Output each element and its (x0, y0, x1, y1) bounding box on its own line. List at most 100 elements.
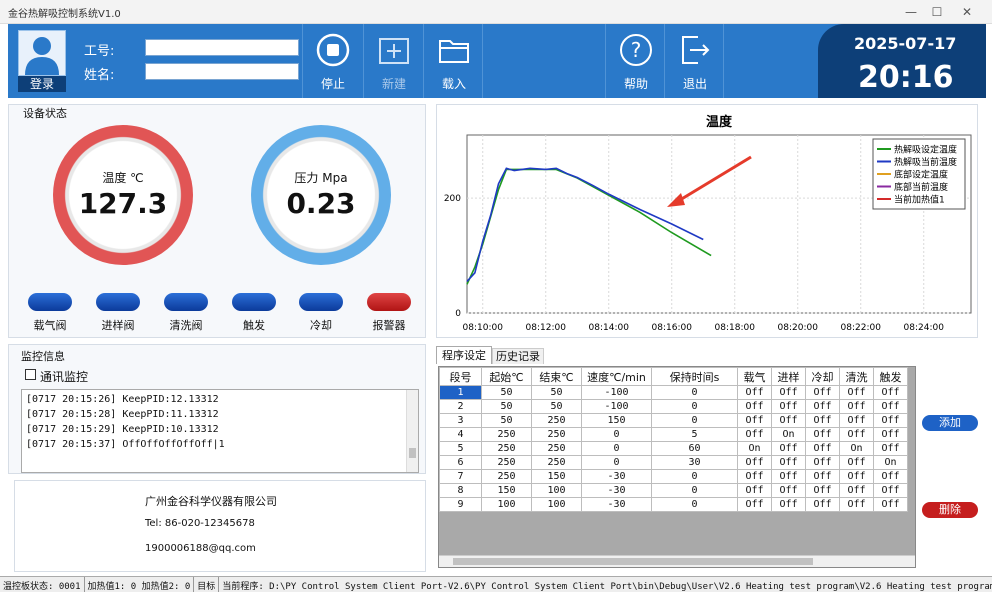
sample-valve-indicator[interactable] (96, 293, 140, 311)
table-cell[interactable]: Off (805, 385, 840, 400)
table-cell[interactable]: Off (839, 427, 874, 442)
table-cell[interactable]: 250 (531, 427, 582, 442)
table-cell[interactable]: Off (839, 399, 874, 414)
table-cell[interactable]: 100 (481, 497, 532, 512)
table-cell[interactable]: Off (737, 483, 772, 498)
table-cell[interactable]: 100 (531, 483, 582, 498)
table-cell[interactable]: -30 (581, 483, 652, 498)
carrier-gas-valve-indicator[interactable] (28, 293, 72, 311)
cooling-indicator[interactable] (299, 293, 343, 311)
add-button[interactable]: 添加 (922, 415, 978, 431)
table-cell[interactable]: Off (737, 497, 772, 512)
table-cell[interactable]: Off (771, 413, 806, 428)
table-cell[interactable]: Off (737, 455, 772, 470)
table-cell[interactable]: Off (737, 427, 772, 442)
column-header[interactable]: 起始℃ (481, 367, 532, 386)
table-cell[interactable]: Off (873, 441, 908, 456)
comm-monitor-checkbox[interactable] (25, 369, 36, 380)
name-field[interactable] (145, 63, 299, 80)
table-cell[interactable]: 250 (481, 427, 532, 442)
table-cell[interactable]: Off (805, 399, 840, 414)
table-row[interactable]: 7 250 150 -30 0 Off Off Off Off Off (439, 469, 908, 484)
table-cell[interactable]: 1 (439, 385, 482, 400)
table-cell[interactable]: 250 (531, 413, 582, 428)
table-cell[interactable]: 0 (581, 455, 652, 470)
table-cell[interactable]: Off (771, 441, 806, 456)
table-cell[interactable]: Off (805, 441, 840, 456)
table-cell[interactable]: 250 (481, 441, 532, 456)
table-cell[interactable]: 50 (531, 385, 582, 400)
table-cell[interactable]: 5 (439, 441, 482, 456)
column-header[interactable]: 段号 (439, 367, 482, 386)
table-cell[interactable]: Off (771, 455, 806, 470)
table-cell[interactable]: 50 (531, 399, 582, 414)
table-cell[interactable]: 30 (651, 455, 738, 470)
table-row[interactable]: 1 50 50 -100 0 Off Off Off Off Off (439, 385, 908, 400)
table-cell[interactable]: Off (771, 399, 806, 414)
table-cell[interactable]: On (873, 455, 908, 470)
minimize-button[interactable]: — (898, 2, 924, 22)
table-cell[interactable]: Off (839, 483, 874, 498)
table-cell[interactable]: Off (873, 483, 908, 498)
column-header[interactable]: 结束℃ (531, 367, 582, 386)
table-cell[interactable]: Off (771, 483, 806, 498)
table-cell[interactable]: Off (873, 469, 908, 484)
table-cell[interactable]: Off (805, 427, 840, 442)
table-cell[interactable]: 0 (651, 385, 738, 400)
table-cell[interactable]: 5 (651, 427, 738, 442)
table-cell[interactable]: 150 (531, 469, 582, 484)
tab-history[interactable]: 历史记录 (492, 348, 544, 364)
table-cell[interactable]: -30 (581, 469, 652, 484)
table-cell[interactable]: 9 (439, 497, 482, 512)
table-cell[interactable]: 0 (651, 399, 738, 414)
table-cell[interactable]: Off (737, 413, 772, 428)
table-cell[interactable]: Off (839, 469, 874, 484)
help-button[interactable]: ? 帮助 (605, 24, 665, 98)
table-cell[interactable]: Off (873, 413, 908, 428)
trigger-indicator[interactable] (232, 293, 276, 311)
table-cell[interactable]: 7 (439, 469, 482, 484)
cleaning-valve-indicator[interactable] (164, 293, 208, 311)
table-cell[interactable]: 0 (581, 441, 652, 456)
column-header[interactable]: 进样 (771, 367, 806, 386)
table-cell[interactable]: 50 (481, 399, 532, 414)
table-cell[interactable]: -30 (581, 497, 652, 512)
table-cell[interactable]: On (737, 441, 772, 456)
column-header[interactable]: 速度℃/min (581, 367, 652, 386)
employee-id-field[interactable] (145, 39, 299, 56)
table-cell[interactable]: Off (839, 497, 874, 512)
table-cell[interactable]: Off (771, 497, 806, 512)
table-cell[interactable]: 250 (531, 441, 582, 456)
table-cell[interactable]: Off (873, 497, 908, 512)
table-cell[interactable]: On (839, 441, 874, 456)
table-cell[interactable]: Off (805, 455, 840, 470)
table-cell[interactable]: Off (805, 469, 840, 484)
table-cell[interactable]: 150 (481, 483, 532, 498)
alarm-indicator[interactable] (367, 293, 411, 311)
table-cell[interactable]: Off (805, 413, 840, 428)
table-cell[interactable]: 150 (581, 413, 652, 428)
close-button[interactable]: ✕ (954, 2, 980, 22)
table-cell[interactable]: -100 (581, 399, 652, 414)
delete-button[interactable]: 删除 (922, 502, 978, 518)
table-cell[interactable]: Off (873, 399, 908, 414)
table-cell[interactable]: Off (873, 385, 908, 400)
table-row[interactable]: 9 100 100 -30 0 Off Off Off Off Off (439, 497, 908, 512)
table-cell[interactable]: Off (737, 469, 772, 484)
table-cell[interactable]: Off (771, 469, 806, 484)
table-cell[interactable]: -100 (581, 385, 652, 400)
table-cell[interactable]: Off (737, 399, 772, 414)
table-cell[interactable]: Off (839, 385, 874, 400)
table-row[interactable]: 8 150 100 -30 0 Off Off Off Off Off (439, 483, 908, 498)
column-header[interactable]: 载气 (737, 367, 772, 386)
table-cell[interactable]: Off (805, 483, 840, 498)
table-cell[interactable]: 4 (439, 427, 482, 442)
login-button[interactable]: 登录 (18, 30, 66, 92)
table-cell[interactable]: 0 (651, 469, 738, 484)
maximize-button[interactable]: ☐ (924, 2, 950, 22)
table-cell[interactable]: 8 (439, 483, 482, 498)
table-cell[interactable]: Off (839, 413, 874, 428)
table-cell[interactable]: Off (805, 497, 840, 512)
table-cell[interactable]: 50 (481, 385, 532, 400)
table-cell[interactable]: 100 (531, 497, 582, 512)
